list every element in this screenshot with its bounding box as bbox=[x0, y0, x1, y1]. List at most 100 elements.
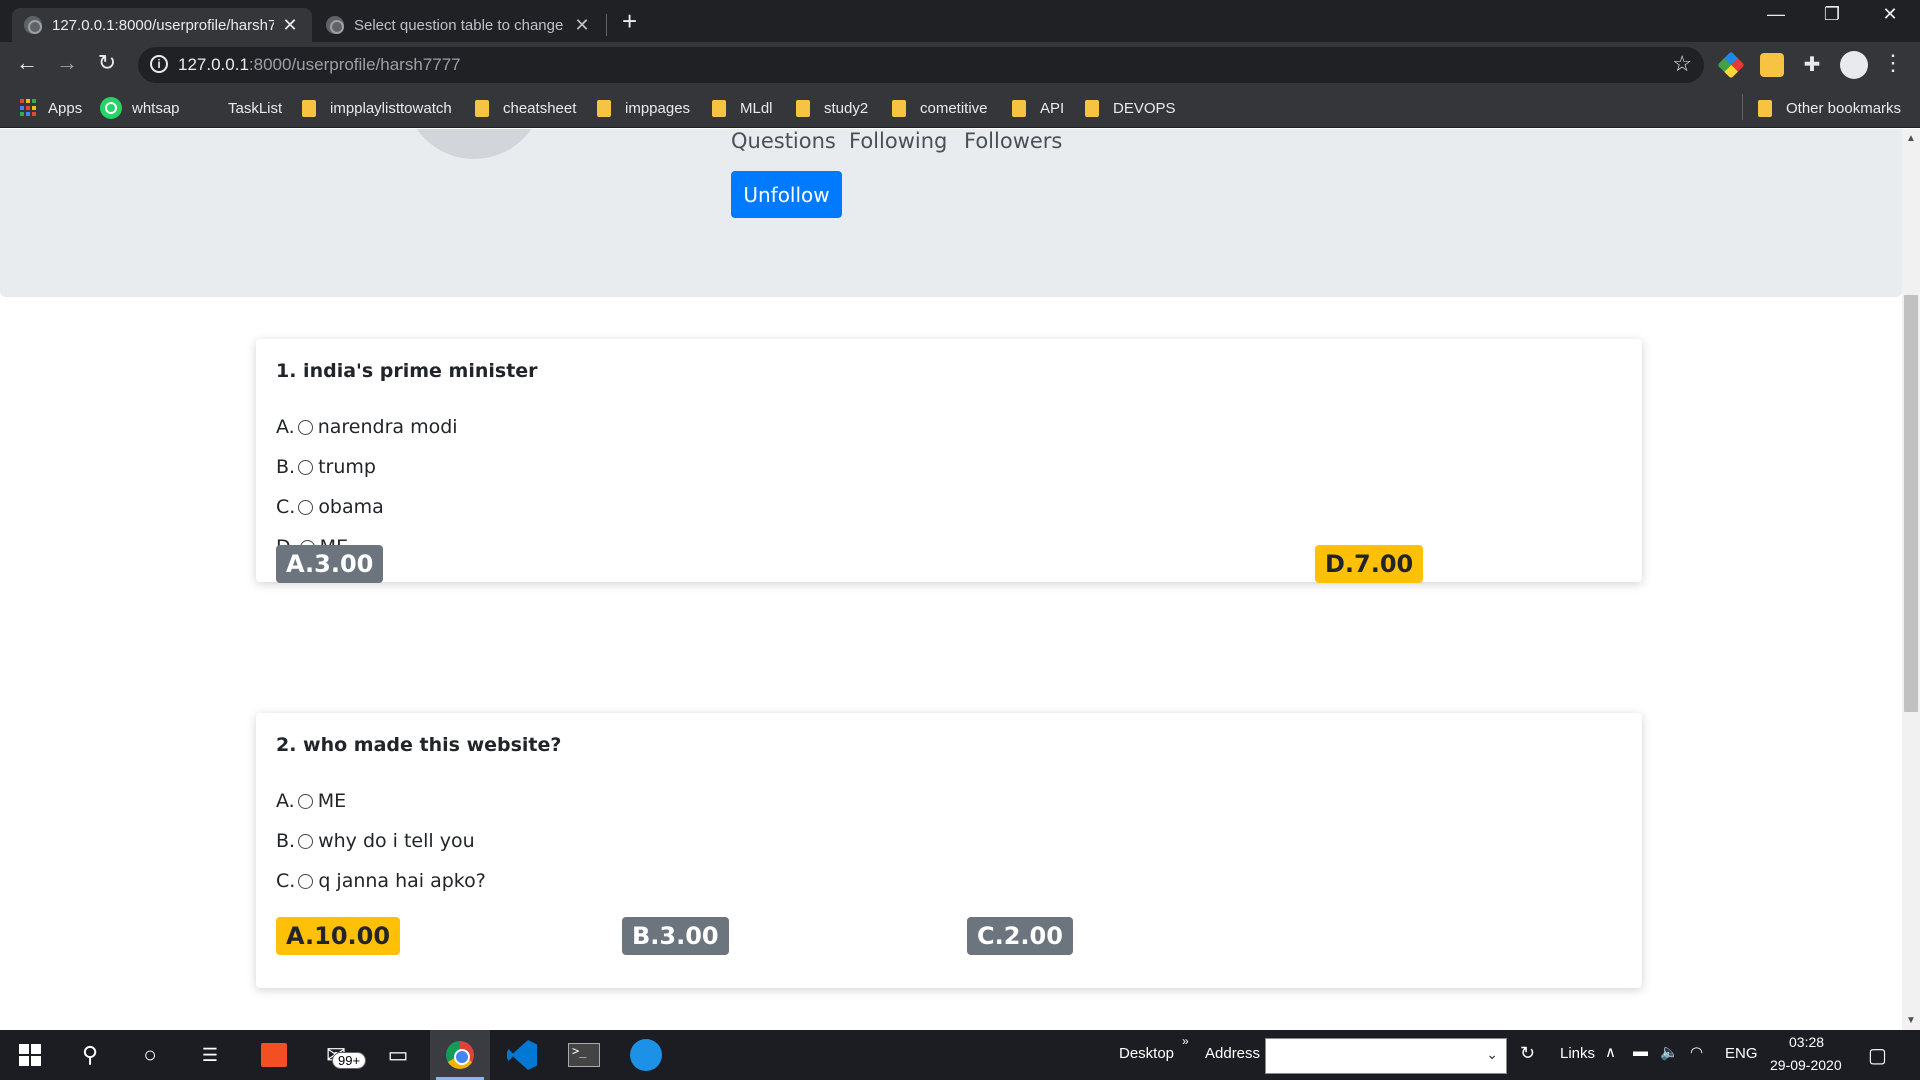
bookmark-cometitive[interactable]: cometitive bbox=[892, 97, 988, 119]
minimize-icon[interactable]: — bbox=[1756, 4, 1796, 25]
option-letter: A. bbox=[276, 790, 295, 812]
chevron-up-icon[interactable]: ∧ bbox=[1605, 1043, 1616, 1061]
folder-icon bbox=[597, 99, 611, 117]
folder-icon bbox=[302, 99, 316, 117]
links-toolbar-label[interactable]: Links bbox=[1560, 1045, 1595, 1062]
radio-button[interactable] bbox=[297, 793, 313, 809]
back-arrow-icon[interactable]: ← bbox=[12, 50, 42, 76]
scroll-up-arrow-icon[interactable]: ▲ bbox=[1902, 133, 1920, 144]
answer-option[interactable]: B. why do i tell you bbox=[276, 830, 475, 852]
bookmark-label: DEVOPS bbox=[1113, 99, 1176, 117]
volume-icon[interactable]: 🔈 bbox=[1660, 1043, 1679, 1061]
docker-icon[interactable] bbox=[616, 1030, 676, 1080]
restore-icon[interactable]: ❐ bbox=[1812, 4, 1852, 25]
page-viewport: Questions Following Followers Unfollow 1… bbox=[0, 129, 1902, 1030]
windows-start-icon[interactable] bbox=[0, 1030, 60, 1080]
bookmark-label: Apps bbox=[48, 99, 83, 117]
forward-arrow-icon[interactable]: → bbox=[52, 50, 82, 76]
address-bar[interactable]: i 127.0.0.1:8000/userprofile/harsh7777 ☆ bbox=[138, 47, 1704, 83]
bookmark-imppages[interactable]: imppages bbox=[597, 97, 690, 119]
refresh-icon[interactable]: ↻ bbox=[1520, 1043, 1535, 1064]
radio-button[interactable] bbox=[298, 873, 314, 889]
toolbar-overflow-icon[interactable]: » bbox=[1182, 1034, 1189, 1048]
bookmark-mldl[interactable]: MLdl bbox=[712, 97, 773, 119]
folder-icon bbox=[1758, 99, 1772, 117]
language-indicator[interactable]: ENG bbox=[1725, 1045, 1758, 1062]
taskbar-address-input[interactable]: ⌄ bbox=[1265, 1038, 1507, 1074]
task-view-icon[interactable]: ☰ bbox=[180, 1030, 240, 1080]
wifi-icon[interactable]: ◠ bbox=[1690, 1043, 1703, 1061]
browser-tab-strip: 127.0.0.1:8000/userprofile/harsh7777 ✕ S… bbox=[0, 0, 1920, 42]
bookmark-label: API bbox=[1040, 99, 1065, 117]
puzzle-extensions-icon[interactable]: ✚ bbox=[1800, 53, 1824, 77]
tab-close-icon[interactable]: ✕ bbox=[280, 15, 300, 36]
tab-django-admin[interactable]: Select question table to change | Django… bbox=[314, 8, 604, 42]
color-extension-icon[interactable] bbox=[1717, 51, 1745, 79]
clock-date[interactable]: 29-09-2020 bbox=[1770, 1057, 1842, 1073]
clock-time[interactable]: 03:28 bbox=[1789, 1034, 1824, 1050]
chevron-down-icon[interactable]: ⌄ bbox=[1486, 1046, 1498, 1063]
bookmark-whtsap[interactable]: whtsap bbox=[100, 97, 180, 119]
bookmark-tasklist[interactable]: TaskList bbox=[228, 97, 282, 119]
scrollbar-thumb[interactable] bbox=[1904, 295, 1918, 712]
url-text[interactable]: 127.0.0.1:8000/userprofile/harsh7777 bbox=[178, 55, 461, 75]
vscode-icon[interactable] bbox=[492, 1030, 552, 1080]
bookmark-devops[interactable]: DEVOPS bbox=[1085, 97, 1176, 119]
answer-option[interactable]: A. ME bbox=[276, 790, 346, 812]
stat-questions[interactable]: Questions bbox=[731, 129, 836, 153]
cortana-icon[interactable]: ○ bbox=[120, 1030, 180, 1080]
store-icon[interactable] bbox=[244, 1030, 304, 1080]
bookmark-apps[interactable]: Apps bbox=[20, 97, 82, 119]
stat-followers[interactable]: Followers bbox=[964, 129, 1062, 153]
menu-dots-icon[interactable]: ⋮ bbox=[1878, 50, 1908, 76]
bookmark-api[interactable]: API bbox=[1012, 97, 1064, 119]
globe-icon bbox=[326, 16, 344, 34]
bookmark-other-bookmarks[interactable]: Other bookmarks bbox=[1758, 97, 1901, 119]
battery-icon[interactable]: ▬ bbox=[1633, 1043, 1648, 1060]
answer-option[interactable]: B. trump bbox=[276, 456, 376, 478]
answer-option[interactable]: A. narendra modi bbox=[276, 416, 458, 438]
option-text: q janna hai apko? bbox=[318, 870, 486, 892]
desktop-toolbar-label[interactable]: Desktop bbox=[1119, 1045, 1174, 1062]
radio-button[interactable] bbox=[298, 499, 314, 515]
reload-icon[interactable]: ↻ bbox=[92, 50, 122, 76]
unfollow-button[interactable]: Unfollow bbox=[731, 171, 842, 218]
bookmark-cheatsheet[interactable]: cheatsheet bbox=[475, 97, 576, 119]
address-toolbar-label: Address bbox=[1205, 1045, 1261, 1062]
terminal-icon[interactable]: >_ bbox=[554, 1030, 614, 1080]
option-text: trump bbox=[318, 456, 376, 478]
tab-userprofile[interactable]: 127.0.0.1:8000/userprofile/harsh7777 ✕ bbox=[12, 8, 312, 42]
pc-icon[interactable]: ▭ bbox=[368, 1030, 428, 1080]
browser-toolbar: ← → ↻ i 127.0.0.1:8000/userprofile/harsh… bbox=[0, 42, 1920, 88]
bookmark-star-icon[interactable]: ☆ bbox=[1672, 51, 1692, 77]
tab-close-icon[interactable]: ✕ bbox=[572, 15, 592, 36]
option-text: ME bbox=[317, 790, 347, 812]
notifications-icon[interactable]: ▢ bbox=[1868, 1043, 1887, 1068]
option-letter: C. bbox=[276, 496, 296, 518]
new-tab-plus-icon[interactable]: + bbox=[622, 6, 637, 37]
bookmark-impplaylisttowatch[interactable]: impplaylisttowatch bbox=[302, 97, 452, 119]
radio-button[interactable] bbox=[298, 459, 314, 475]
folder-icon bbox=[796, 99, 810, 117]
bookmark-label: MLdl bbox=[740, 99, 773, 117]
bookmark-study2[interactable]: study2 bbox=[796, 97, 868, 119]
notes-extension-icon[interactable] bbox=[1760, 53, 1784, 77]
mail-count-badge: 99+ bbox=[332, 1052, 367, 1069]
radio-button[interactable] bbox=[297, 419, 313, 435]
window-close-icon[interactable]: ✕ bbox=[1870, 4, 1910, 25]
radio-button[interactable] bbox=[298, 833, 314, 849]
question-card: 1. india's prime minister A. narendra mo… bbox=[256, 339, 1642, 583]
vote-percentage-badge: A.3.00 bbox=[276, 545, 384, 583]
chrome-taskbar-icon[interactable] bbox=[430, 1030, 490, 1080]
answer-option[interactable]: C. obama bbox=[276, 496, 384, 518]
profile-avatar-icon[interactable] bbox=[1840, 51, 1868, 79]
search-icon[interactable]: ⚲ bbox=[60, 1030, 120, 1080]
stat-following[interactable]: Following bbox=[849, 129, 947, 153]
bookmark-label: impplaylisttowatch bbox=[330, 99, 452, 117]
page-scrollbar[interactable]: ▲ ▼ bbox=[1902, 129, 1920, 1030]
folder-icon bbox=[712, 99, 726, 117]
answer-option[interactable]: C. q janna hai apko? bbox=[276, 870, 486, 892]
tab-title: Select question table to change | Django… bbox=[354, 16, 566, 34]
scroll-down-arrow-icon[interactable]: ▼ bbox=[1902, 1015, 1920, 1026]
site-info-icon[interactable]: i bbox=[150, 55, 168, 73]
